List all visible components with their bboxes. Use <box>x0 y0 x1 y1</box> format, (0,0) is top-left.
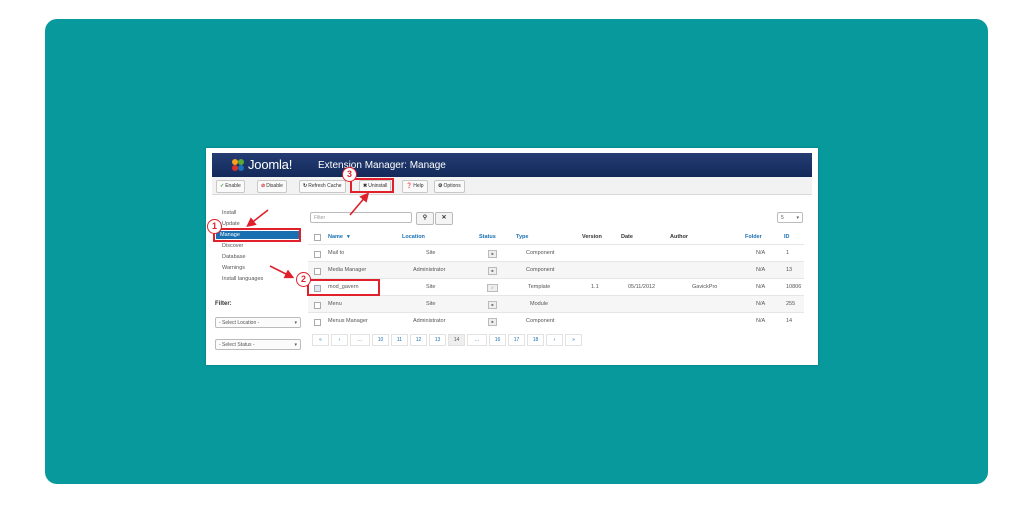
arrow-icon <box>349 192 370 216</box>
annotation-arrows <box>246 192 370 279</box>
arrow-icon <box>269 265 295 279</box>
arrow-icon <box>246 209 269 227</box>
screenshot-panel: Joomla! Extension Manager: Manage ✓Enabl… <box>206 148 818 365</box>
